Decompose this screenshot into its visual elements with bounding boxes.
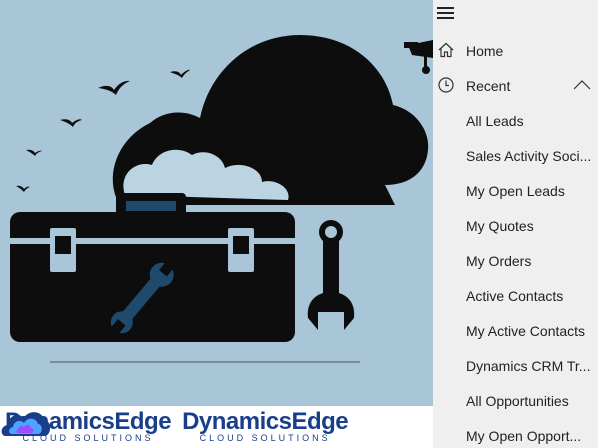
logo-brand-name: DynamicsEdge [182,408,349,435]
recent-item-label: Sales Activity Soci... [466,148,592,164]
dynamicsedge-logo: DynamicsEdge CLOUD SOLUTIONS [1,408,349,443]
recent-item[interactable]: All Opportunities [433,383,598,418]
recent-item-label: My Quotes [466,218,534,234]
chevron-up-icon[interactable] [572,78,592,92]
recent-item[interactable]: My Quotes [433,208,598,243]
recent-item-label: All Leads [466,113,524,129]
brand-logo-strip: DynamicsEdge CLOUD SOLUTIONS DynamicsEdg… [0,406,433,448]
nav-item-label: Home [466,43,504,59]
toolbox-cloud-illustration [10,35,433,363]
recent-item[interactable]: Sales Activity Soci... [433,138,598,173]
logo-tagline: CLOUD SOLUTIONS [199,433,331,443]
recent-item-label: My Active Contacts [466,323,586,339]
recent-item[interactable]: Dynamics CRM Tr... [433,348,598,383]
airplane-icon [404,40,433,74]
recent-item-label: My Orders [466,253,532,269]
recent-item[interactable]: My Orders [433,243,598,278]
recent-item[interactable]: My Active Contacts [433,313,598,348]
home-icon [438,42,454,58]
nav-item-home[interactable]: Home [433,33,598,68]
clock-icon [438,77,454,93]
banner-illustration: DynamicsEdge CLOUD SOLUTIONS DynamicsEdg… [0,0,433,448]
sitemap-sidebar: Home Recent All Leads Sales Activity Soci… [433,0,598,448]
recent-item[interactable]: Active Contacts [433,278,598,313]
recent-item[interactable]: All Leads [433,103,598,138]
cloud-logo-icon [1,412,51,436]
recent-item-label: My Open Opport... [466,428,582,444]
recent-item-label: All Opportunities [466,393,569,409]
standing-wrench-icon [307,220,355,330]
recent-item[interactable]: My Open Leads [433,173,598,208]
recent-item-label: Dynamics CRM Tr... [466,358,591,374]
recent-item-label: Active Contacts [466,288,564,304]
hamburger-icon[interactable] [437,4,457,20]
nav-item-recent[interactable]: Recent [433,68,598,103]
recent-item-label: My Open Leads [466,183,565,199]
recent-item[interactable]: My Open Opport... [433,418,598,448]
